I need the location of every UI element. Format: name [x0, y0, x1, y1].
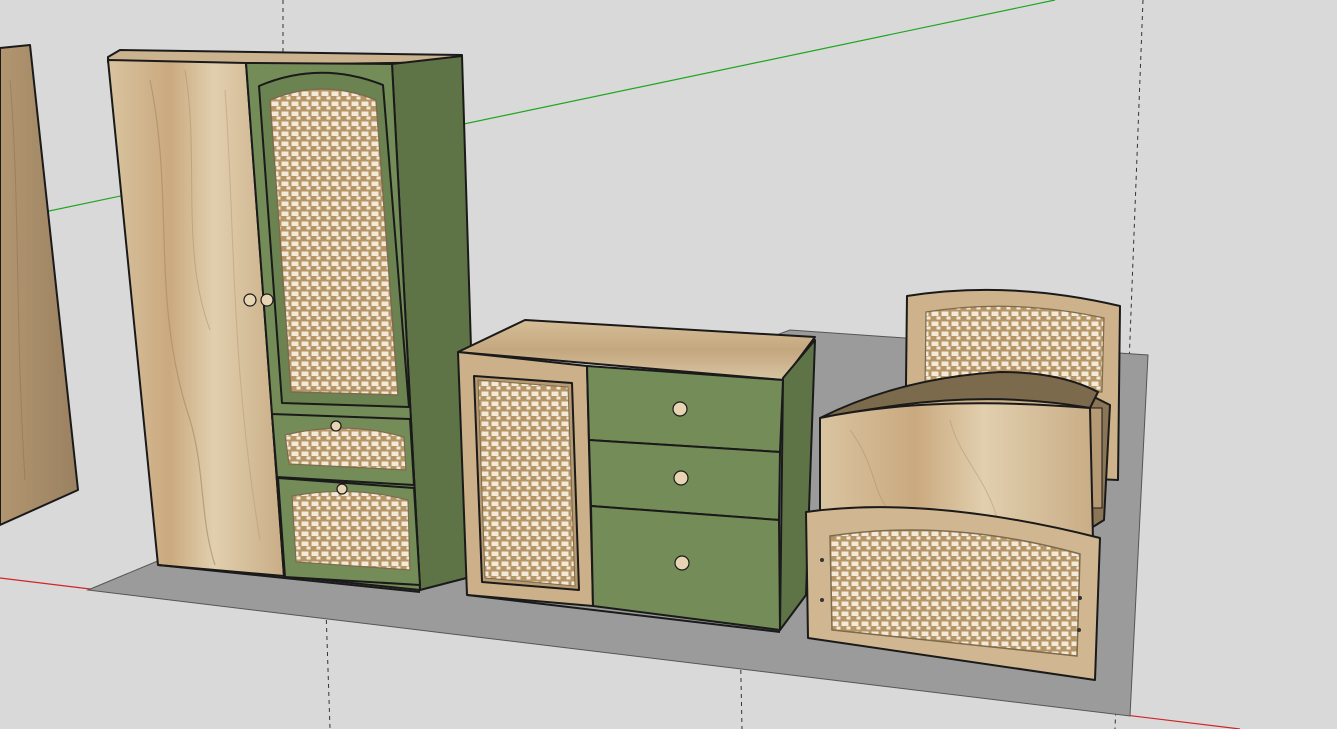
round-knob-icon: [674, 555, 690, 571]
round-knob-icon: [673, 470, 689, 486]
round-knob-icon: [672, 401, 688, 417]
round-knob-icon: [260, 293, 274, 307]
screw-icon: [820, 558, 824, 562]
screw-icon: [1078, 596, 1082, 600]
round-knob-icon: [336, 483, 348, 495]
round-knob-icon: [330, 420, 342, 432]
3d-modeling-viewport[interactable]: [0, 0, 1337, 729]
dresser[interactable]: [457, 319, 816, 633]
wardrobe[interactable]: [107, 49, 479, 593]
left-partial-panel[interactable]: [0, 44, 79, 526]
round-knob-icon: [243, 293, 257, 307]
screw-icon: [820, 598, 824, 602]
screw-icon: [1077, 628, 1081, 632]
